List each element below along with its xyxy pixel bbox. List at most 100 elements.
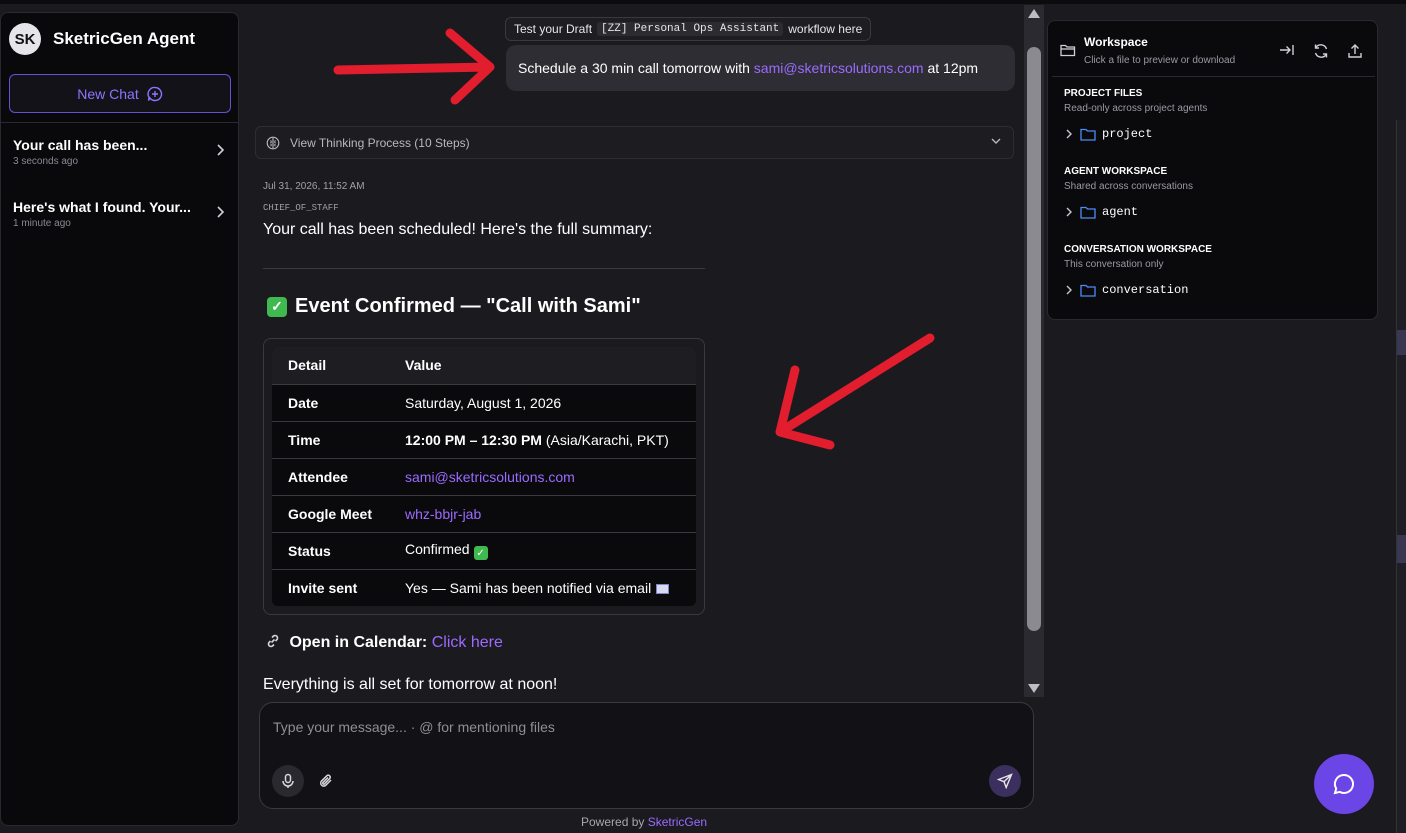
chat-item-time: 3 seconds ago bbox=[13, 156, 79, 167]
annotation-arrow-bottom bbox=[775, 333, 935, 450]
message-composer[interactable]: Type your message... · @ for mentioning … bbox=[259, 702, 1034, 809]
chevron-right-icon bbox=[1066, 129, 1072, 139]
agent-name: CHIEF_OF_STAFF bbox=[263, 203, 339, 213]
google-meet-link[interactable]: whz-bbjr-jab bbox=[405, 506, 481, 522]
folder-name: conversation bbox=[1102, 283, 1189, 297]
open-calendar-line: Open in Calendar: Click here bbox=[265, 633, 503, 652]
table-header-row: Detail Value bbox=[272, 347, 696, 384]
detail-value: Yes — Sami has been notified via email bbox=[389, 568, 696, 606]
mic-icon bbox=[282, 773, 294, 788]
chat-history-item[interactable]: Your call has been... 3 seconds ago bbox=[13, 137, 229, 167]
window-edge bbox=[1396, 120, 1406, 833]
chevron-right-icon bbox=[1066, 207, 1072, 217]
annotation-arrow-top bbox=[333, 28, 495, 105]
summary-text: Your call has been scheduled! Here's the… bbox=[263, 221, 653, 238]
thinking-label: View Thinking Process (10 Steps) bbox=[290, 135, 470, 150]
support-chat-button[interactable] bbox=[1314, 754, 1374, 814]
event-details-table: Detail Value Date Saturday, August 1, 20… bbox=[272, 347, 696, 606]
plus-chat-icon bbox=[147, 86, 162, 101]
workspace-title: Workspace bbox=[1084, 35, 1148, 49]
detail-key: Date bbox=[272, 383, 389, 421]
detail-key: Google Meet bbox=[272, 494, 389, 532]
thinking-process-toggle[interactable]: View Thinking Process (10 Steps) bbox=[255, 126, 1014, 159]
folder-conversation[interactable]: conversation bbox=[1064, 283, 1188, 297]
user-message: Schedule a 30 min call tomorrow with sam… bbox=[506, 45, 1015, 91]
table-row: Status Confirmed ✓ bbox=[272, 531, 696, 569]
workspace-section-subtitle: Read-only across project agents bbox=[1064, 103, 1208, 114]
message-input[interactable]: Type your message... · @ for mentioning … bbox=[273, 719, 555, 735]
calendar-link[interactable]: Click here bbox=[432, 634, 503, 651]
event-table-card: Detail Value Date Saturday, August 1, 20… bbox=[263, 338, 705, 615]
envelope-icon bbox=[656, 583, 670, 594]
folder-name: agent bbox=[1102, 205, 1139, 219]
divider bbox=[263, 268, 705, 269]
collapse-panel-icon[interactable] bbox=[1279, 43, 1295, 57]
window-edge-highlight bbox=[1397, 535, 1406, 563]
table-row: Invite sent Yes — Sami has been notified… bbox=[272, 568, 696, 606]
scroll-up-arrow[interactable] bbox=[1028, 9, 1040, 18]
invite-text: Yes — Sami has been notified via email bbox=[405, 579, 652, 596]
scroll-down-arrow[interactable] bbox=[1028, 684, 1040, 693]
new-chat-button[interactable]: New Chat bbox=[9, 74, 231, 113]
timezone: (Asia/Karachi, PKT) bbox=[545, 431, 669, 448]
attach-button[interactable] bbox=[318, 772, 334, 795]
folder-icon bbox=[1080, 128, 1096, 141]
detail-key: Attendee bbox=[272, 457, 389, 495]
chat-item-title: Here's what I found. Your... bbox=[13, 199, 191, 215]
draft-suffix: workflow here bbox=[788, 22, 863, 36]
workspace-section-title: PROJECT FILES bbox=[1064, 88, 1143, 99]
user-message-suffix: at 12pm bbox=[927, 60, 979, 76]
event-heading-text: Event Confirmed — "Call with Sami" bbox=[295, 295, 641, 317]
chat-item-time: 1 minute ago bbox=[13, 218, 71, 229]
brain-icon bbox=[266, 136, 280, 149]
chat-bubble-icon bbox=[1333, 773, 1355, 795]
message-timestamp: Jul 31, 2026, 11:52 AM bbox=[263, 181, 365, 192]
workspace-section-title: CONVERSATION WORKSPACE bbox=[1064, 244, 1212, 255]
refresh-icon[interactable] bbox=[1313, 43, 1329, 59]
chat-item-title: Your call has been... bbox=[13, 137, 148, 153]
check-icon: ✓ bbox=[473, 546, 488, 561]
status-text: Confirmed bbox=[405, 540, 470, 557]
table-row: Time 12:00 PM – 12:30 PM (Asia/Karachi, … bbox=[272, 420, 696, 458]
table-row: Date Saturday, August 1, 2026 bbox=[272, 383, 696, 421]
upload-icon[interactable] bbox=[1347, 43, 1363, 59]
detail-value: sami@sketricsolutions.com bbox=[389, 457, 696, 495]
chat-history-item[interactable]: Here's what I found. Your... 1 minute ag… bbox=[13, 199, 229, 229]
send-icon bbox=[997, 773, 1013, 789]
workspace-divider bbox=[1052, 76, 1375, 77]
folder-icon bbox=[1080, 206, 1096, 219]
workspace-panel: Workspace Click a file to preview or dow… bbox=[1047, 20, 1378, 320]
window-edge-highlight bbox=[1397, 330, 1406, 355]
table-row: Attendee sami@sketricsolutions.com bbox=[272, 457, 696, 495]
folder-project[interactable]: project bbox=[1064, 127, 1152, 141]
link-icon bbox=[267, 634, 279, 648]
new-chat-label: New Chat bbox=[77, 85, 139, 102]
folder-icon bbox=[1080, 284, 1096, 297]
chat-scrollbar[interactable] bbox=[1024, 5, 1044, 697]
folder-open-icon bbox=[1060, 44, 1076, 57]
detail-key: Time bbox=[272, 420, 389, 458]
detail-value: whz-bbjr-jab bbox=[389, 494, 696, 532]
draft-test-banner: Test your Draft [ZZ] Personal Ops Assist… bbox=[505, 17, 872, 41]
folder-agent[interactable]: agent bbox=[1064, 205, 1138, 219]
detail-value: Confirmed ✓ bbox=[389, 531, 696, 569]
chevron-right-icon bbox=[217, 206, 225, 218]
check-icon: ✓ bbox=[267, 296, 287, 317]
send-button[interactable] bbox=[989, 765, 1021, 797]
detail-value: Saturday, August 1, 2026 bbox=[389, 383, 696, 421]
table-header: Value bbox=[389, 347, 696, 384]
brand: SK SketricGen Agent bbox=[9, 23, 195, 55]
paperclip-icon bbox=[319, 774, 332, 787]
powered-by: Powered by SketricGen bbox=[581, 815, 707, 829]
draft-prefix: Test your Draft bbox=[514, 22, 593, 36]
user-message-email-link[interactable]: sami@sketricsolutions.com bbox=[754, 60, 924, 76]
powered-brand-link[interactable]: SketricGen bbox=[648, 815, 707, 829]
attendee-email-link[interactable]: sami@sketricsolutions.com bbox=[405, 469, 575, 485]
workspace-subtitle: Click a file to preview or download bbox=[1084, 55, 1236, 66]
chevron-right-icon bbox=[1066, 285, 1072, 295]
workspace-section-subtitle: Shared across conversations bbox=[1064, 181, 1193, 192]
mic-button[interactable] bbox=[272, 765, 304, 797]
event-heading: ✓ Event Confirmed — "Call with Sami" bbox=[267, 295, 641, 318]
folder-name: project bbox=[1102, 127, 1153, 141]
scroll-thumb[interactable] bbox=[1027, 47, 1041, 631]
